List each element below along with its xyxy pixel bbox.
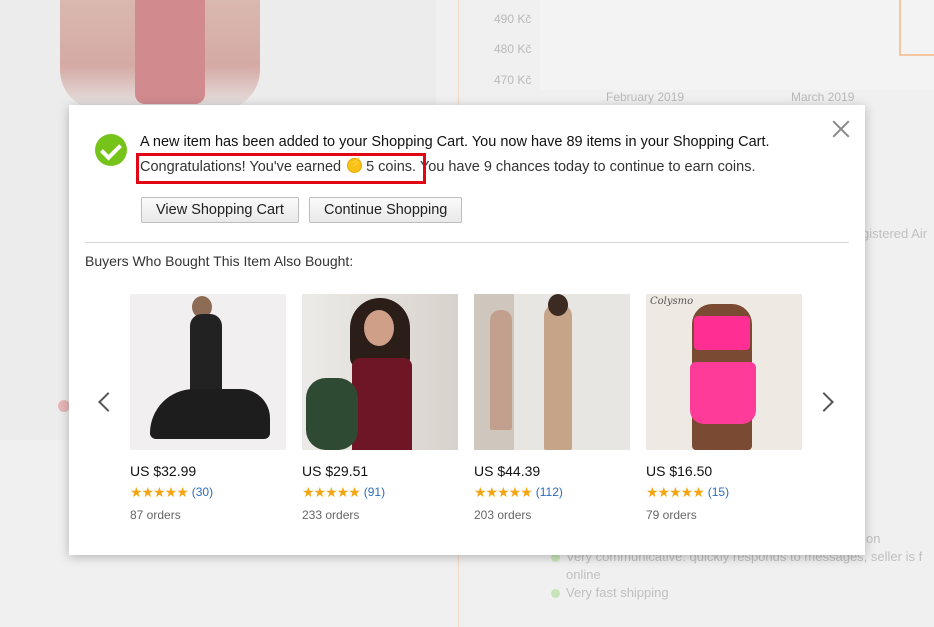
product-price: US $29.51 <box>302 463 369 479</box>
chart-x-tick: February 2019 <box>606 90 685 104</box>
product-price: US $16.50 <box>646 463 713 479</box>
product-orders: 87 orders <box>130 508 181 522</box>
product-rating: ★★★★★ (30) <box>130 484 286 500</box>
chart-y-tick: 470 Kč <box>494 73 532 87</box>
background-feedback-text: online <box>566 567 601 582</box>
background-feedback-text: Very fast shipping <box>566 585 669 600</box>
product-price: US $32.99 <box>130 463 197 479</box>
star-rating-icon: ★★★★★ <box>302 483 361 500</box>
continue-shopping-button[interactable]: Continue Shopping <box>309 197 463 223</box>
product-image[interactable] <box>130 294 286 450</box>
product-orders: 233 orders <box>302 508 360 522</box>
background-shipping-text: gistered Air <box>862 226 928 241</box>
product-orders: 203 orders <box>474 508 532 522</box>
review-count-link[interactable]: (30) <box>192 485 213 499</box>
coins-chances-text: You have 9 chances today to continue to … <box>419 159 756 175</box>
close-icon[interactable] <box>832 120 850 138</box>
product-card[interactable]: Colysmo US $16.50 ★★★★★ (15) 79 orders <box>646 294 802 522</box>
success-check-icon <box>95 134 127 166</box>
background-price-chart <box>540 0 934 90</box>
add-to-cart-dialog: A new item has been added to your Shoppi… <box>69 105 865 555</box>
background-feedback-text: on <box>866 531 881 546</box>
product-rating: ★★★★★ (91) <box>302 484 458 500</box>
chart-y-tick: 480 Kč <box>494 42 532 56</box>
star-rating-icon: ★★★★★ <box>130 483 189 500</box>
product-rating: ★★★★★ (112) <box>474 484 630 500</box>
view-shopping-cart-button[interactable]: View Shopping Cart <box>141 197 299 223</box>
chart-line <box>899 54 934 56</box>
product-image[interactable]: Colysmo <box>646 294 802 450</box>
chart-y-tick: 490 Kč <box>494 12 532 26</box>
product-orders: 79 orders <box>646 508 697 522</box>
coins-highlight-box <box>136 153 426 184</box>
star-rating-icon: ★★★★★ <box>646 483 705 500</box>
carousel-prev-icon[interactable] <box>98 392 118 412</box>
product-image[interactable] <box>302 294 458 450</box>
carousel-next-icon[interactable] <box>814 392 834 412</box>
divider <box>85 242 849 243</box>
review-count-link[interactable]: (91) <box>364 485 385 499</box>
recommendations-title: Buyers Who Bought This Item Also Bought: <box>85 253 354 269</box>
product-image[interactable] <box>474 294 630 450</box>
background-dress-image <box>135 0 205 104</box>
review-count-link[interactable]: (15) <box>708 485 729 499</box>
chart-line <box>899 0 901 56</box>
product-card[interactable]: US $32.99 ★★★★★ (30) 87 orders <box>130 294 286 522</box>
review-count-link[interactable]: (112) <box>536 485 563 499</box>
brand-logo: Colysmo <box>650 296 694 307</box>
product-price: US $44.39 <box>474 463 541 479</box>
product-card[interactable]: US $29.51 ★★★★★ (91) 233 orders <box>302 294 458 522</box>
star-rating-icon: ★★★★★ <box>474 483 533 500</box>
background-bullet-icon <box>551 589 560 598</box>
product-rating: ★★★★★ (15) <box>646 484 802 500</box>
cart-added-message: A new item has been added to your Shoppi… <box>140 134 770 150</box>
product-card[interactable]: US $44.39 ★★★★★ (112) 203 orders <box>474 294 630 522</box>
chart-x-tick: March 2019 <box>791 90 855 104</box>
